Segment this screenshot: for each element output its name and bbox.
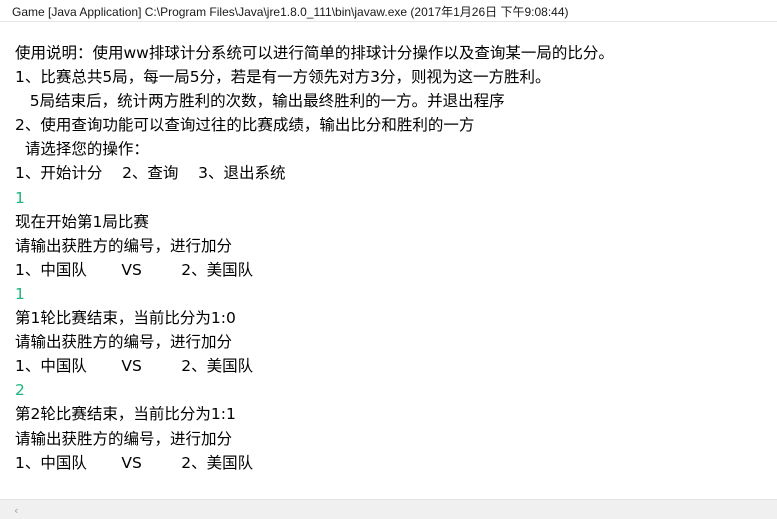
console-line: 第2轮比赛结束，当前比分为1:1 (15, 405, 236, 424)
console-input-line: 1 (15, 284, 25, 303)
console-line: 1、比赛总共5局，每一局5分，若是有一方领先对方3分，则视为这一方胜利。 (15, 68, 551, 87)
console-line: 1、中国队 VS 2、美国队 (15, 357, 254, 376)
console-input-line: 2 (15, 381, 25, 400)
window-title: Game [Java Application] C:\Program Files… (12, 5, 569, 19)
horizontal-scrollbar[interactable]: ‹ (0, 499, 777, 519)
console-line: 2、使用查询功能可以查询过往的比赛成绩，输出比分和胜利的一方 (15, 116, 475, 135)
console-line: 现在开始第1局比赛 (15, 212, 149, 231)
scroll-left-arrow-icon[interactable]: ‹ (14, 504, 18, 517)
console-line: 使用说明：使用ww排球计分系统可以进行简单的排球计分操作以及查询某一局的比分。 (15, 44, 614, 62)
console-output[interactable]: 使用说明：使用ww排球计分系统可以进行简单的排球计分操作以及查询某一局的比分。 … (15, 41, 770, 491)
console-line: 5局结束后，统计两方胜利的次数，输出最终胜利的一方。并退出程序 (15, 92, 505, 111)
console-line: 请输出获胜方的编号，进行加分 (15, 236, 233, 255)
console-line: 第1轮比赛结束，当前比分为1:0 (15, 309, 236, 328)
console-line: 请输出获胜方的编号，进行加分 (15, 333, 233, 352)
window-title-bar: Game [Java Application] C:\Program Files… (0, 0, 777, 22)
console-line: 1、开始计分 2、查询 3、退出系统 (15, 164, 286, 183)
console-line: 1、中国队 VS 2、美国队 (15, 260, 254, 279)
console-line: 1、中国队 VS 2、美国队 (15, 453, 254, 472)
console-input-line: 1 (15, 188, 25, 207)
console-line: 请选择您的操作： (15, 140, 149, 159)
console-line: 请输出获胜方的编号，进行加分 (15, 429, 233, 448)
